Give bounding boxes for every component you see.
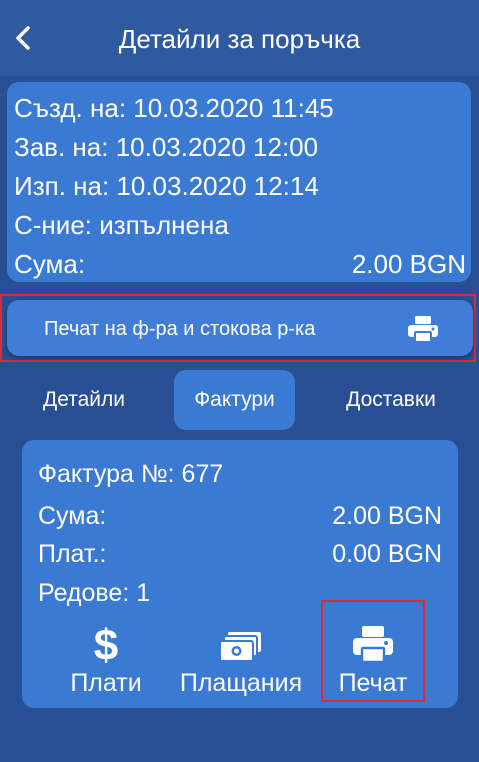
app-header: Детайли за поръчка xyxy=(0,0,479,76)
invoice-rows: Редове: 1 xyxy=(38,579,151,607)
order-sum-value: 2.00 BGN xyxy=(351,249,466,279)
order-executed-date: Изп. на: 10.03.2020 12:14 xyxy=(14,171,319,201)
printer-icon xyxy=(408,316,438,343)
order-status: С-ние: изпълнена xyxy=(14,210,229,240)
svg-text:$: $ xyxy=(94,621,118,664)
order-info-card: Създ. на: 10.03.2020 11:45 Зав. на: 10.0… xyxy=(7,82,471,282)
print-button[interactable]: Печат xyxy=(327,618,419,698)
invoice-paid-value: 0.00 BGN xyxy=(332,540,442,568)
invoice-sum-label: Сума: xyxy=(38,502,107,530)
order-completed-date: Зав. на: 10.03.2020 12:00 xyxy=(14,132,319,162)
tab-invoices[interactable]: Фактури xyxy=(174,370,295,430)
money-bills-icon xyxy=(219,632,261,662)
payments-button[interactable]: Плащания xyxy=(172,618,310,698)
print-button-label: Печат xyxy=(338,669,408,697)
invoice-number: Фактура №: 677 xyxy=(38,460,224,488)
page-title: Детайли за поръчка xyxy=(118,24,361,54)
order-sum-label: Сума: xyxy=(14,249,86,279)
dollar-icon: $ xyxy=(94,621,118,664)
order-created-date: Създ. на: 10.03.2020 11:45 xyxy=(14,93,334,123)
tab-deliveries[interactable]: Доставки xyxy=(324,370,458,430)
printer-icon xyxy=(353,626,393,664)
payments-button-label: Плащания xyxy=(179,669,303,697)
invoice-paid-label: Плат.: xyxy=(38,540,107,568)
pay-button[interactable]: $ Плати xyxy=(60,618,152,698)
print-button-label: Печат на ф-ра и стокова р-ка xyxy=(44,318,316,340)
print-invoice-and-goods-note-button[interactable]: Печат на ф-ра и стокова р-ка xyxy=(7,300,473,356)
tab-details[interactable]: Детайли xyxy=(24,370,144,430)
invoice-sum-value: 2.00 BGN xyxy=(332,502,442,530)
pay-button-label: Плати xyxy=(70,669,142,697)
